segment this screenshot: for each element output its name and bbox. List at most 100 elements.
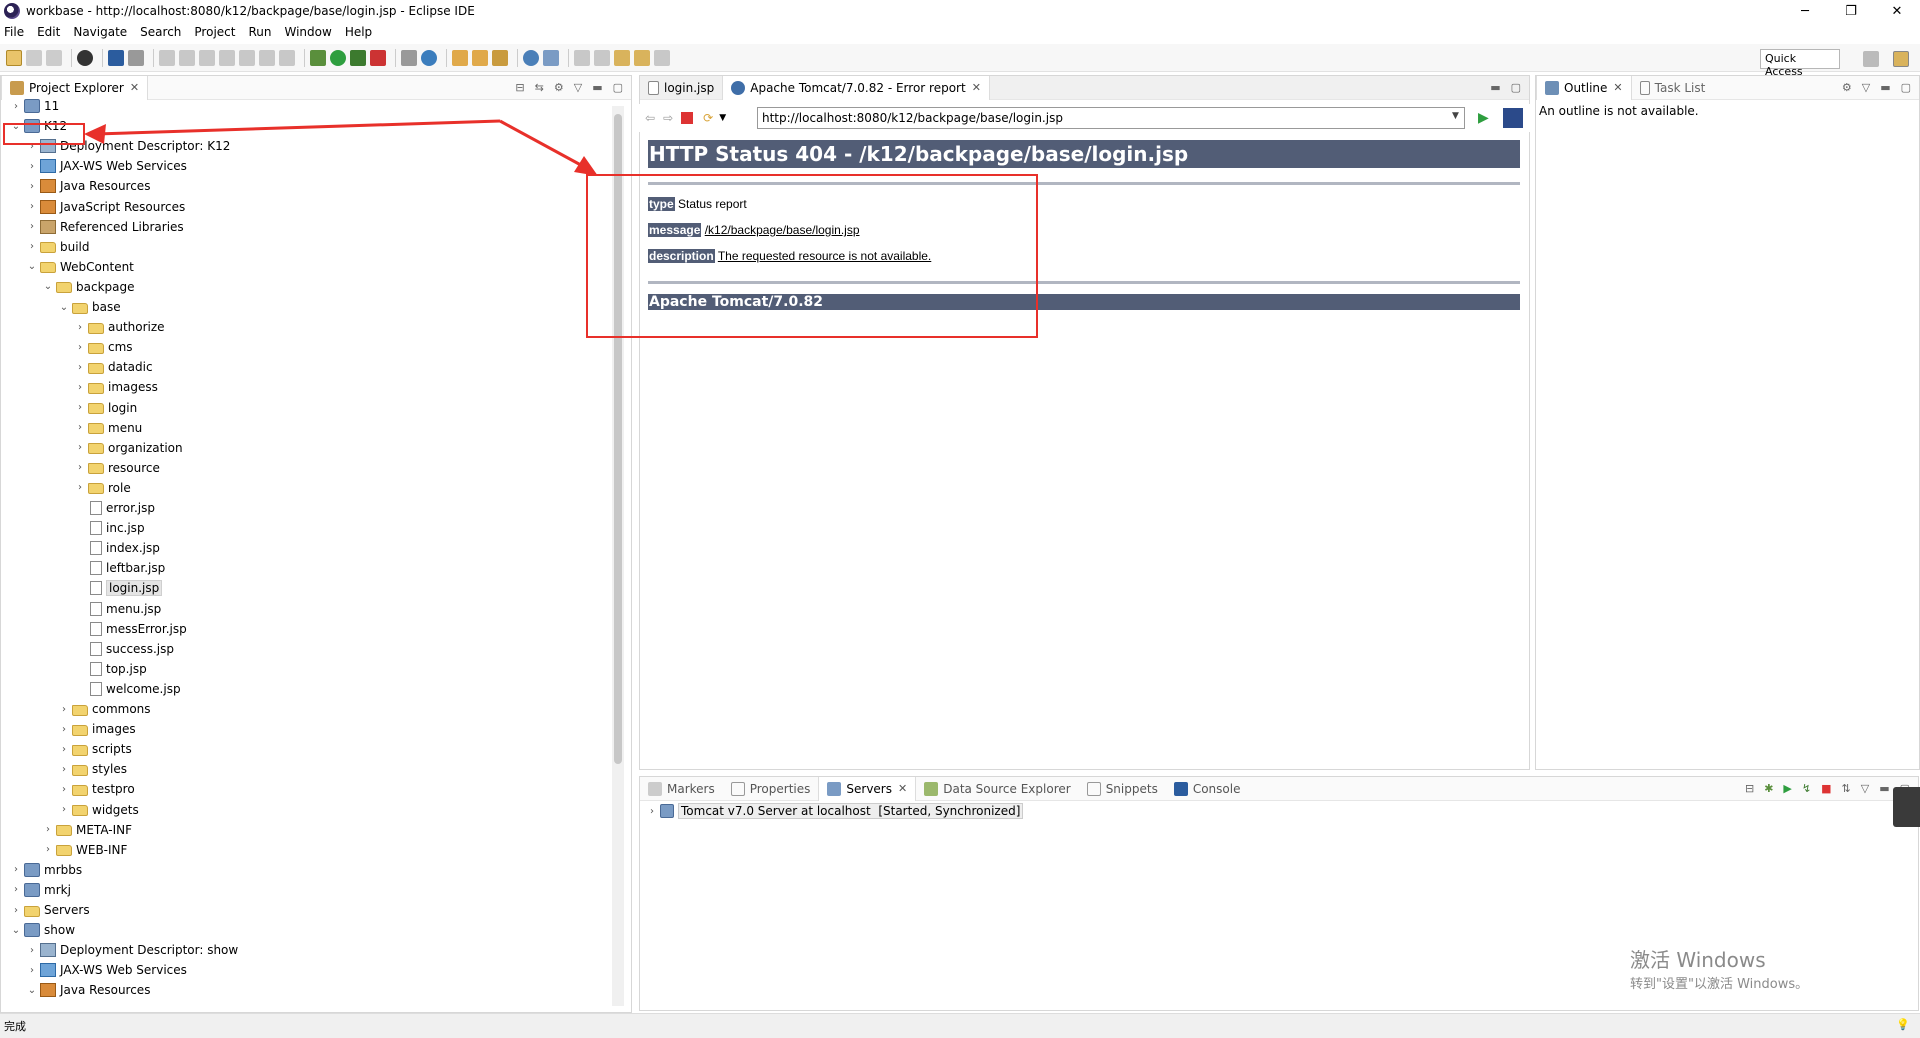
tree-item[interactable]: › mrbbs xyxy=(10,860,82,880)
chevron-right-icon[interactable]: › xyxy=(26,161,38,172)
step-return-icon[interactable] xyxy=(279,49,295,66)
chevron-right-icon[interactable]: › xyxy=(26,201,38,212)
go-icon[interactable]: ▶ xyxy=(1478,110,1489,126)
tree-item[interactable]: › testpro xyxy=(58,779,135,799)
coverage-icon[interactable] xyxy=(350,49,366,66)
chevron-right-icon[interactable]: › xyxy=(74,462,86,473)
next-annotation-icon[interactable] xyxy=(574,49,590,66)
refresh-icon[interactable]: ⟳ xyxy=(703,111,713,125)
url-dropdown-icon[interactable]: ▼ xyxy=(1452,111,1459,121)
back-icon[interactable] xyxy=(634,49,650,66)
tab-task-list[interactable]: Task List xyxy=(1632,76,1714,100)
start-server-icon[interactable]: ▶ xyxy=(1783,782,1791,795)
tree-item[interactable]: › role xyxy=(74,478,131,498)
tree-item[interactable]: › widgets xyxy=(58,800,139,820)
tree-item[interactable]: › cms xyxy=(74,337,133,357)
browser-menu-icon[interactable] xyxy=(1503,108,1523,128)
scrollbar-thumb[interactable] xyxy=(614,114,622,764)
new-class-icon[interactable] xyxy=(421,49,437,66)
java-ee-perspective-icon[interactable] xyxy=(1893,51,1909,67)
maximize-button[interactable]: ❐ xyxy=(1828,0,1874,22)
chevron-right-icon[interactable]: › xyxy=(74,382,86,393)
tree-item[interactable]: ⌄ backpage xyxy=(42,277,135,297)
tab-login-jsp[interactable]: login.jsp xyxy=(640,76,722,100)
web-services-icon[interactable] xyxy=(543,49,559,66)
forward-icon[interactable] xyxy=(654,49,670,66)
open-perspective-icon[interactable] xyxy=(1863,51,1879,67)
chevron-down-icon[interactable]: ⌄ xyxy=(10,121,22,132)
forward-icon[interactable]: ⇨ xyxy=(663,111,673,125)
external-tools-icon[interactable] xyxy=(370,49,386,66)
tree-item[interactable]: › mrkj xyxy=(10,880,71,900)
chevron-right-icon[interactable]: › xyxy=(74,442,86,453)
chevron-right-icon[interactable]: › xyxy=(74,402,86,413)
server-row[interactable]: › Tomcat v7.0 Server at localhost [Start… xyxy=(646,803,1024,819)
tab-error-report[interactable]: Apache Tomcat/7.0.82 - Error report ✕ xyxy=(722,75,990,100)
tab-servers[interactable]: Servers ✕ xyxy=(818,776,917,801)
tab-outline[interactable]: Outline ✕ xyxy=(1536,75,1632,100)
tab-data-source-explorer[interactable]: Data Source Explorer xyxy=(916,777,1078,801)
tree-item[interactable]: leftbar.jsp xyxy=(74,558,165,578)
step-into-icon[interactable] xyxy=(239,49,255,66)
chevron-down-icon[interactable]: ⌄ xyxy=(26,261,38,272)
chevron-right-icon[interactable]: › xyxy=(58,804,70,815)
run-icon[interactable] xyxy=(330,49,346,66)
tree-item[interactable]: › build xyxy=(26,237,90,257)
tree-item[interactable]: › datadic xyxy=(74,357,153,377)
menu-search[interactable]: Search xyxy=(140,25,181,39)
tree-item[interactable]: › JAX-WS Web Services xyxy=(26,156,187,176)
tree-item[interactable]: success.jsp xyxy=(74,639,174,659)
tree-item[interactable]: › images xyxy=(58,719,136,739)
menu-edit[interactable]: Edit xyxy=(37,25,60,39)
maximize-view-icon[interactable]: ▢ xyxy=(613,81,623,94)
profile-icon[interactable] xyxy=(77,49,93,66)
menu-project[interactable]: Project xyxy=(194,25,235,39)
tab-properties[interactable]: Properties xyxy=(723,777,819,801)
stop-server-icon[interactable]: ■ xyxy=(1821,782,1831,795)
maximize-view-icon[interactable]: ▢ xyxy=(1901,81,1911,94)
menu-window[interactable]: Window xyxy=(284,25,331,39)
chevron-right-icon[interactable]: › xyxy=(74,322,86,333)
tree-item[interactable]: › 11 xyxy=(10,96,59,116)
link-editor-icon[interactable]: ⇆ xyxy=(535,81,544,94)
chevron-right-icon[interactable]: › xyxy=(74,482,86,493)
chevron-right-icon[interactable]: › xyxy=(26,141,38,152)
menu-navigate[interactable]: Navigate xyxy=(73,25,127,39)
tree-item[interactable]: ⌄ base xyxy=(58,297,121,317)
back-icon[interactable]: ⇦ xyxy=(645,111,655,125)
tree-item[interactable]: › menu xyxy=(74,418,142,438)
resume-icon[interactable] xyxy=(159,49,175,66)
stop-icon[interactable] xyxy=(681,112,694,124)
chevron-right-icon[interactable]: › xyxy=(58,704,70,715)
minimize-view-icon[interactable]: ▬ xyxy=(592,81,602,94)
tree-item[interactable]: ⌄ Java Resources xyxy=(26,980,150,1000)
close-icon[interactable]: ✕ xyxy=(972,81,981,94)
chevron-right-icon[interactable]: › xyxy=(74,422,86,433)
tree-item[interactable]: › Deployment Descriptor: show xyxy=(26,940,238,960)
view-menu-icon[interactable]: ▽ xyxy=(1862,81,1870,94)
chevron-right-icon[interactable]: › xyxy=(42,824,54,835)
tree-item[interactable]: ⌄ WebContent xyxy=(26,257,134,277)
skip-breakpoints-icon[interactable] xyxy=(128,49,144,66)
chevron-right-icon[interactable]: › xyxy=(26,965,38,976)
tree-item[interactable]: messError.jsp xyxy=(74,619,187,639)
tab-console[interactable]: Console xyxy=(1166,777,1249,801)
tree-item[interactable]: › JAX-WS Web Services xyxy=(26,960,187,980)
tab-snippets[interactable]: Snippets xyxy=(1079,777,1166,801)
filter-icon[interactable]: ⚙ xyxy=(1842,81,1852,94)
chevron-right-icon[interactable]: › xyxy=(10,884,22,895)
chevron-down-icon[interactable]: ⌄ xyxy=(26,985,38,996)
close-button[interactable]: ✕ xyxy=(1874,0,1920,22)
chevron-right-icon[interactable]: › xyxy=(74,342,86,353)
minimize-button[interactable]: ─ xyxy=(1782,0,1828,22)
tree-item[interactable]: › styles xyxy=(58,759,127,779)
tree-item[interactable]: › scripts xyxy=(58,739,132,759)
tree-item[interactable]: inc.jsp xyxy=(74,518,145,538)
chevron-down-icon[interactable]: ▼ xyxy=(719,113,726,123)
save-all-icon[interactable] xyxy=(46,49,62,66)
tree-item[interactable]: › META-INF xyxy=(42,820,132,840)
chevron-right-icon[interactable]: › xyxy=(26,181,38,192)
open-type-icon[interactable] xyxy=(452,49,468,66)
tree-item[interactable]: › JavaScript Resources xyxy=(26,197,185,217)
chevron-right-icon[interactable]: › xyxy=(42,844,54,855)
